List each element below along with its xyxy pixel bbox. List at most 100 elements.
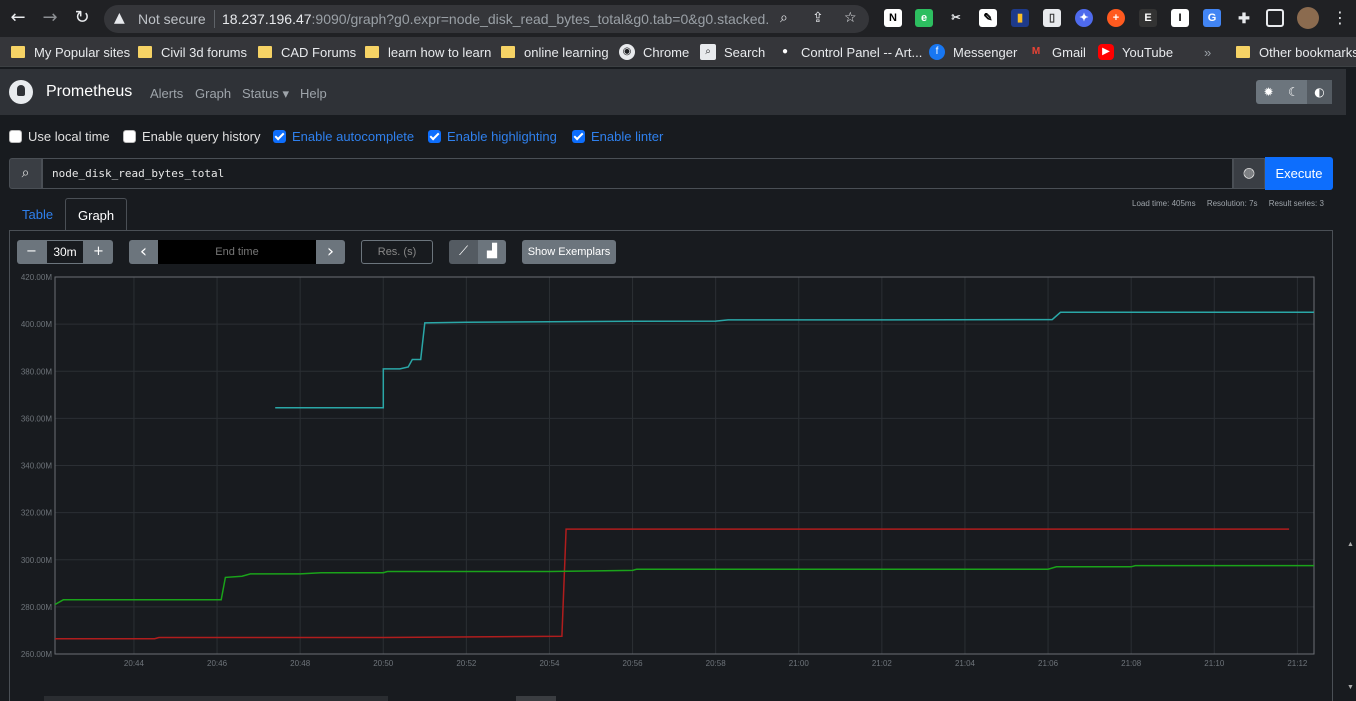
nav-link-alerts[interactable]: Alerts — [150, 86, 183, 101]
nav-link-graph[interactable]: Graph — [195, 86, 231, 101]
result-series: Result series: 3 — [1268, 199, 1324, 208]
security-label: Not secure — [138, 11, 206, 27]
x-tick-label: 21:08 — [1121, 659, 1142, 668]
other-bookmarks[interactable]: Other bookmarks — [1236, 43, 1356, 61]
expression-input[interactable]: node_disk_read_bytes_total — [42, 158, 1233, 189]
notion-extension-icon[interactable]: N — [884, 9, 902, 27]
forward-icon[interactable]: → — [38, 6, 62, 30]
share-icon[interactable]: ⇪ — [812, 10, 824, 26]
y-tick-label: 320.00M — [21, 509, 52, 518]
bookmark-item[interactable]: f Messenger — [929, 43, 1017, 61]
execute-button[interactable]: Execute — [1265, 157, 1333, 190]
more-bookmarks[interactable]: » — [1204, 43, 1211, 61]
bookmarks-bar: My Popular sites Civil 3d forums CAD For… — [0, 37, 1356, 67]
scroll-down-icon[interactable]: ▼ — [1347, 684, 1354, 691]
warning-icon: ▲ — [114, 10, 125, 26]
reload-icon[interactable]: ↻ — [70, 6, 94, 30]
bookmark-item[interactable]: ▶ YouTube — [1098, 43, 1173, 61]
youtube-icon: ▶ — [1098, 44, 1114, 60]
page-scrollbar[interactable] — [1346, 69, 1356, 701]
evernote-extension-icon[interactable]: e — [915, 9, 933, 27]
dark-theme-icon[interactable]: ☾ — [1281, 80, 1306, 104]
range-decrease-button[interactable]: − — [17, 240, 46, 264]
bookmark-item[interactable]: ● Control Panel -- Art... — [777, 43, 922, 61]
bookmark-item[interactable]: online learning — [501, 43, 609, 61]
nav-link-status[interactable]: Status ▾ — [242, 86, 289, 102]
sidepanel-icon[interactable] — [1266, 9, 1284, 27]
range-input[interactable]: 30m — [46, 240, 84, 264]
stacked-chart-icon[interactable]: ▟ — [478, 240, 506, 264]
checkbox[interactable] — [9, 129, 22, 143]
x-tick-label: 20:52 — [456, 659, 477, 668]
bookmark-item[interactable]: My Popular sites — [11, 43, 130, 61]
unstacked-chart-icon[interactable]: ⟋ — [449, 240, 478, 264]
end-time-input[interactable]: End time — [158, 240, 316, 264]
theme-toggle: ✹ ☾ ◐ — [1256, 80, 1332, 104]
menu-dots-icon[interactable]: ⋮ — [1328, 6, 1352, 30]
y-tick-label: 340.00M — [21, 462, 52, 471]
address-bar[interactable]: ▲ Not secure 18.237.196.47:9090/graph?g0… — [104, 5, 869, 33]
brand-title[interactable]: Prometheus — [46, 83, 132, 101]
scroll-up-icon[interactable]: ▲ — [1347, 541, 1354, 548]
bookmark-item[interactable]: ⌕ Search — [700, 43, 765, 61]
star-icon[interactable]: ☆ — [844, 10, 857, 26]
folder-icon — [11, 46, 25, 58]
end-time-prev-button[interactable]: ‹ — [129, 240, 158, 264]
checkbox[interactable] — [572, 129, 585, 143]
checkbox[interactable] — [123, 129, 136, 143]
browser-toolbar: ← → ↻ ▲ Not secure 18.237.196.47:9090/gr… — [0, 0, 1356, 37]
y-tick-label: 400.00M — [21, 320, 52, 329]
tab-graph[interactable]: Graph — [65, 198, 128, 231]
plus-extension-icon[interactable]: + — [1107, 9, 1125, 27]
range-increase-button[interactable]: + — [84, 240, 113, 264]
metrics-explorer-icon[interactable]: ◍ — [1233, 158, 1265, 189]
y-axis: 420.00M 400.00M 380.00M 360.00M 340.00M 320.0… — [21, 273, 52, 659]
pencil-extension-icon[interactable]: ✎ — [979, 9, 997, 27]
back-icon[interactable]: ← — [6, 6, 30, 30]
analytics-extension-icon[interactable]: ▮ — [1011, 9, 1029, 27]
series-line-1 — [55, 528, 1290, 640]
translate-extension-icon[interactable]: G — [1203, 9, 1221, 27]
resolution: Resolution: 7s — [1206, 199, 1258, 208]
tab-table[interactable]: Table — [10, 198, 65, 231]
load-time: Load time: 405ms — [1132, 199, 1196, 208]
bookmark-item[interactable]: ◉ Chrome — [619, 43, 689, 61]
option-highlighting[interactable]: Enable highlighting — [428, 128, 557, 144]
nav-link-help[interactable]: Help — [300, 86, 327, 101]
option-autocomplete[interactable]: Enable autocomplete — [273, 128, 414, 144]
checkbox[interactable] — [428, 129, 441, 143]
folder-icon — [258, 46, 272, 58]
zoom-icon[interactable]: ⌕ — [780, 10, 788, 26]
e-extension-icon[interactable]: E — [1139, 9, 1157, 27]
sync-extension-icon[interactable]: ✦ — [1075, 9, 1093, 27]
bookmark-item[interactable]: M Gmail — [1028, 43, 1086, 61]
end-time-next-button[interactable]: › — [316, 240, 345, 264]
scissors-extension-icon[interactable]: ✂ — [947, 9, 965, 27]
option-local-time[interactable]: Use local time — [9, 128, 110, 144]
puzzle-icon[interactable]: ✚ — [1235, 9, 1253, 27]
series-lines — [54, 311, 1314, 640]
y-tick-label: 260.00M — [21, 650, 52, 659]
resolution-input[interactable]: Res. (s) — [361, 240, 433, 264]
divider — [214, 10, 215, 28]
i-extension-icon[interactable]: I — [1171, 9, 1189, 27]
graph-canvas[interactable]: 420.00M 400.00M 380.00M 360.00M 340.00M 320.0… — [0, 266, 1340, 676]
bookmark-item[interactable]: learn how to learn — [365, 43, 491, 61]
option-query-history[interactable]: Enable query history — [123, 128, 261, 144]
url-text[interactable]: 18.237.196.47:9090/graph?g0.expr=node_di… — [222, 11, 770, 27]
option-linter[interactable]: Enable linter — [572, 128, 663, 144]
light-theme-icon[interactable]: ✹ — [1256, 80, 1281, 104]
bookmark-item[interactable]: Civil 3d forums — [138, 43, 247, 61]
query-stats: Load time: 405ms Resolution: 7s Result s… — [1132, 199, 1333, 208]
profile-avatar[interactable] — [1297, 7, 1319, 29]
book-extension-icon[interactable]: ▯ — [1043, 9, 1061, 27]
x-tick-label: 21:00 — [789, 659, 810, 668]
auto-theme-icon[interactable]: ◐ — [1307, 80, 1332, 104]
bookmark-item[interactable]: CAD Forums — [258, 43, 356, 61]
y-tick-label: 300.00M — [21, 556, 52, 565]
x-tick-label: 20:58 — [706, 659, 727, 668]
prometheus-logo-icon[interactable] — [9, 80, 33, 104]
show-exemplars-button[interactable]: Show Exemplars — [522, 240, 616, 264]
checkbox[interactable] — [273, 129, 286, 143]
y-tick-label: 280.00M — [21, 603, 52, 612]
